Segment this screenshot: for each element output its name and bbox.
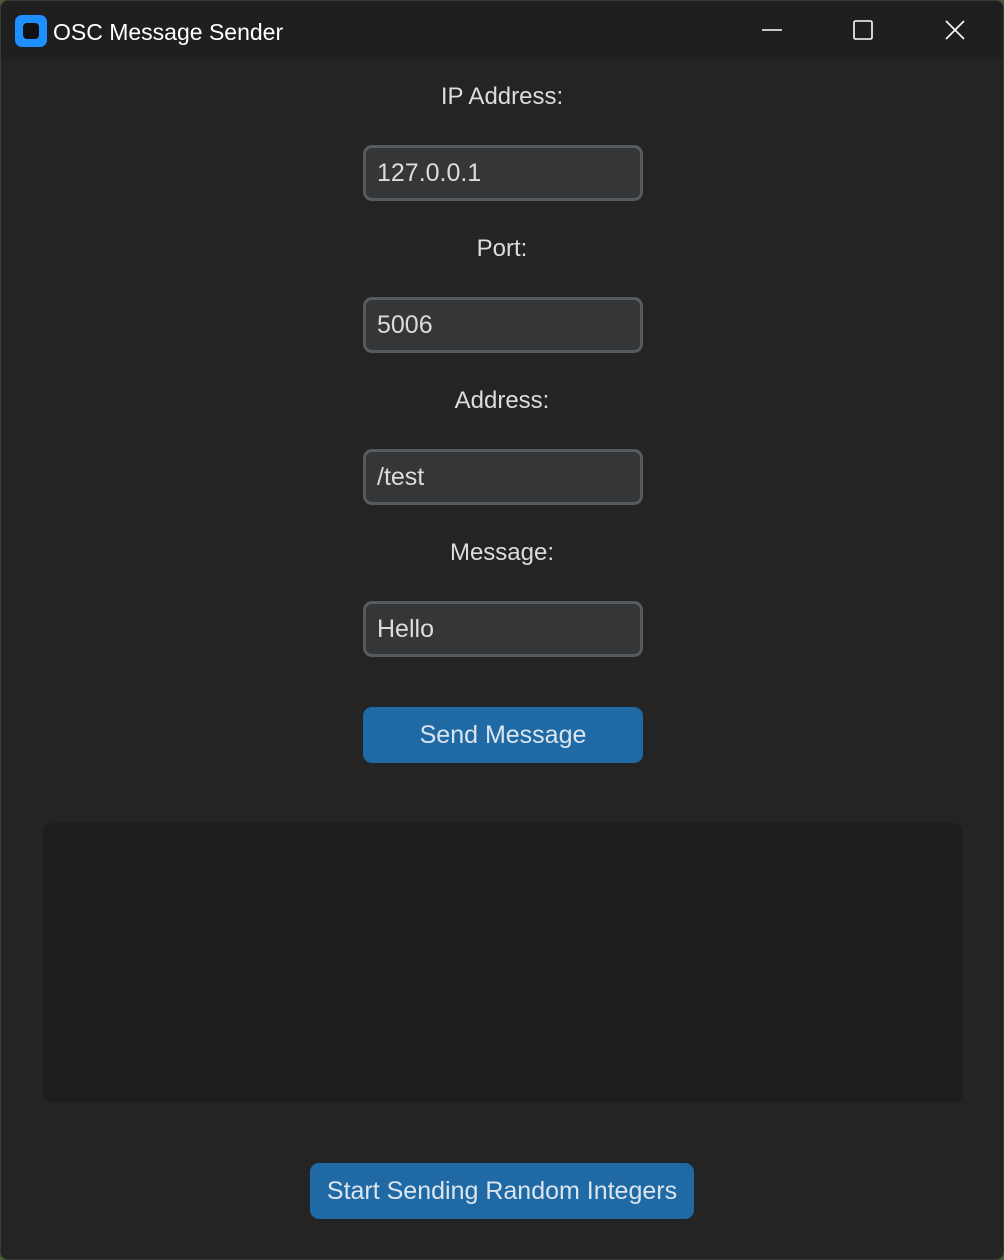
port-input[interactable] [363,297,643,353]
maximize-icon [853,20,873,40]
window-title: OSC Message Sender [53,19,284,45]
minimize-icon [762,29,782,31]
app-icon [15,15,47,47]
log-textbox[interactable] [43,823,963,1103]
close-button[interactable] [909,1,1001,59]
title-bar[interactable]: OSC Message Sender [1,1,1003,59]
start-random-integers-button[interactable]: Start Sending Random Integers [310,1163,694,1219]
ip-address-input[interactable] [363,145,643,201]
message-input[interactable] [363,601,643,657]
port-label: Port: [476,235,528,262]
osc-address-label: Address: [454,387,550,414]
message-label: Message: [449,539,555,566]
osc-address-input[interactable] [363,449,643,505]
app-window: OSC Message Sender IP Address: Port: Add… [0,0,1004,1260]
send-message-button[interactable]: Send Message [363,707,643,763]
ip-address-label: IP Address: [440,83,564,110]
close-icon [945,20,965,40]
maximize-button[interactable] [817,1,909,59]
minimize-button[interactable] [726,1,818,59]
